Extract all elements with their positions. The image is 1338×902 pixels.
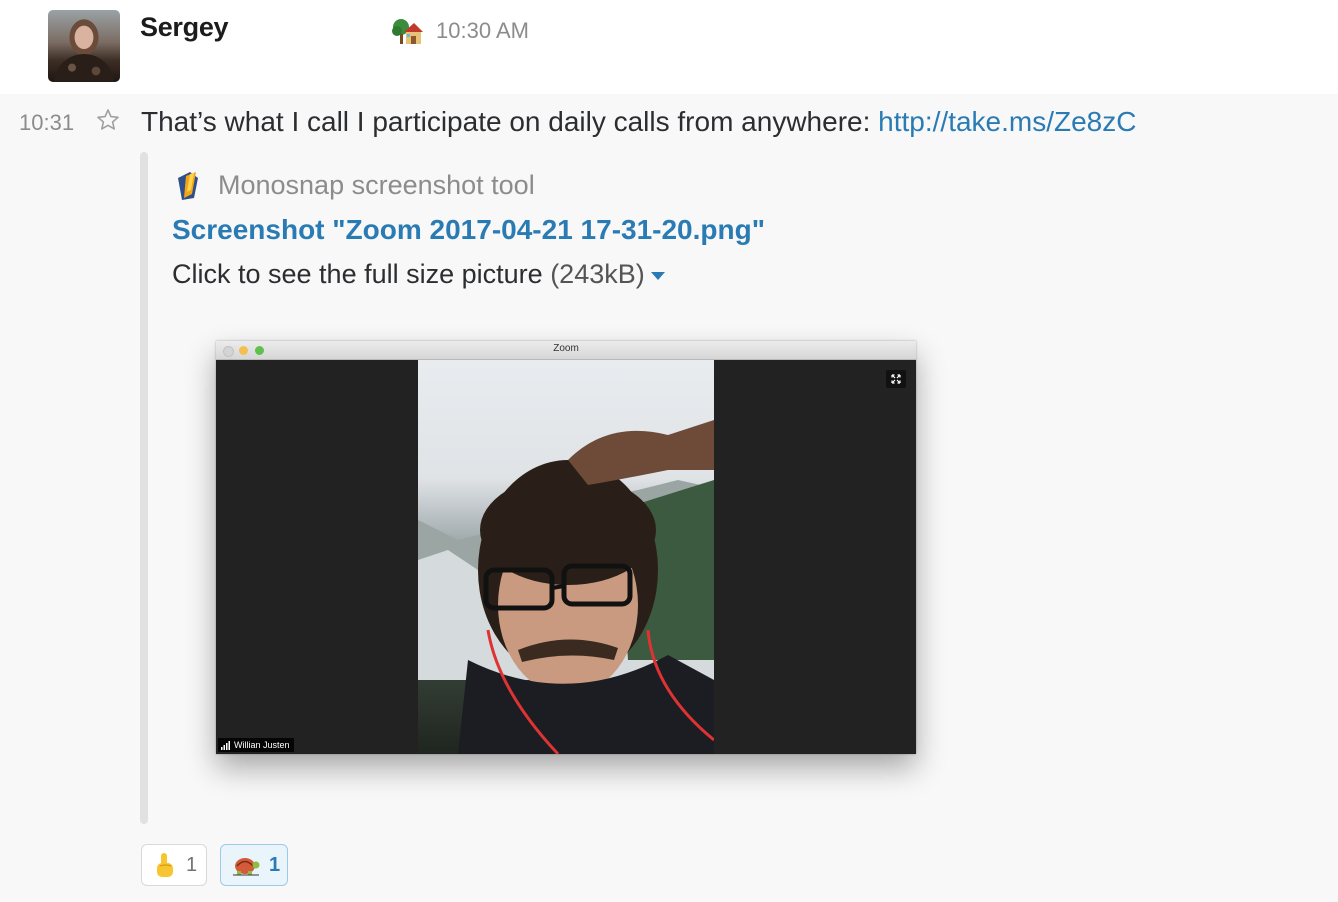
attachment-description: Click to see the full size picture (243k… (172, 259, 665, 290)
attachment-description-text: Click to see the full size picture (172, 259, 543, 289)
message-text: That’s what I call I participate on dail… (141, 106, 1136, 138)
caret-down-icon[interactable] (650, 271, 665, 280)
message-text-content: That’s what I call I participate on dail… (141, 106, 879, 137)
expand-icon[interactable] (886, 370, 906, 388)
message-link[interactable]: http://take.ms/Ze8zC (878, 106, 1136, 137)
author-name[interactable]: Sergey (140, 12, 229, 43)
monosnap-icon (178, 172, 198, 200)
zoom-window-title: Zoom (553, 343, 579, 354)
line-timestamp[interactable]: 10:31 (19, 110, 74, 136)
avatar[interactable] (48, 10, 120, 82)
header-timestamp[interactable]: 10:30 AM (436, 18, 529, 44)
turtle-icon (233, 858, 260, 876)
participant-video-scene (418, 420, 714, 754)
attachment-bar (140, 152, 148, 824)
star-icon[interactable] (96, 108, 120, 132)
reaction-count: 1 (269, 853, 281, 876)
attachment-preview-image[interactable]: Zoom Willian Justen (216, 341, 916, 754)
participant-video (418, 360, 714, 754)
participant-name: Willian Justen (234, 740, 290, 750)
participant-name-tag: Willian Justen (218, 738, 294, 752)
attachment-service-name: Monosnap screenshot tool (218, 170, 535, 200)
attachment-title-link[interactable]: Screenshot "Zoom 2017-04-21 17-31-20.png… (172, 214, 765, 246)
message-header: Sergey 10:30 AM (0, 0, 1338, 94)
point-up-icon (157, 853, 173, 877)
attachment-size: (243kB) (550, 259, 645, 289)
zoom-window-titlebar: Zoom (216, 341, 916, 360)
message-body: 10:31 That’s what I call I participate o… (0, 94, 1338, 902)
reaction-turtle[interactable]: 1 (220, 844, 288, 886)
house-with-garden-icon[interactable] (392, 18, 424, 46)
signal-strength-icon (221, 741, 230, 750)
reaction-count: 1 (186, 853, 198, 876)
reaction-point-up[interactable]: 1 (141, 844, 207, 886)
zoom-video-area: Willian Justen (216, 360, 916, 754)
